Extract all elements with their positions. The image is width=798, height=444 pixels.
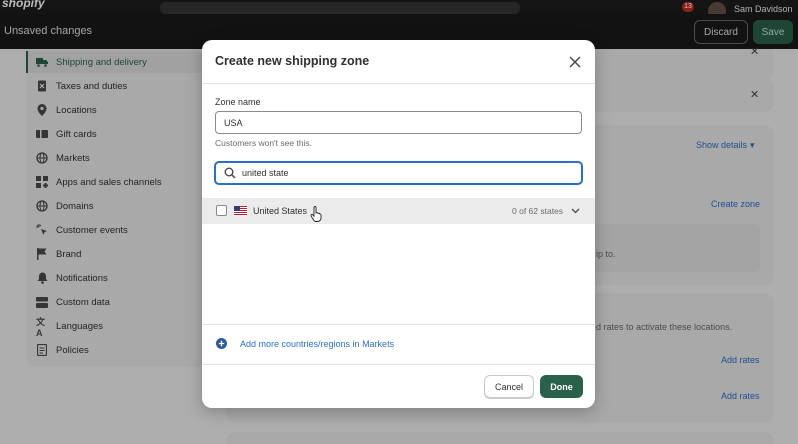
country-row[interactable]: United States 0 of 62 states [202, 198, 595, 224]
plus-circle-icon [216, 338, 227, 349]
country-name: United States [253, 206, 308, 216]
done-button[interactable]: Done [540, 375, 583, 398]
divider [202, 364, 595, 365]
modal-header: Create new shipping zone [202, 40, 595, 84]
country-search-input[interactable] [242, 165, 572, 181]
zone-name-help-text: Customers won't see this. [215, 138, 313, 148]
add-more-countries-link[interactable]: Add more countries/regions in Markets [240, 339, 394, 349]
search-icon [224, 167, 236, 179]
add-more-countries[interactable]: Add more countries/regions in Markets [216, 338, 394, 349]
overlay-top [0, 0, 798, 14]
divider [202, 324, 595, 325]
close-icon [569, 56, 581, 68]
states-count[interactable]: 0 of 62 states [512, 206, 563, 216]
create-shipping-zone-modal: Create new shipping zone Zone name Custo… [202, 40, 595, 408]
cancel-button[interactable]: Cancel [484, 375, 534, 398]
us-flag-icon [234, 206, 247, 215]
close-button[interactable] [564, 51, 586, 73]
zone-name-input[interactable] [215, 111, 582, 134]
chevron-down-icon[interactable] [571, 207, 580, 215]
modal-title: Create new shipping zone [215, 54, 370, 68]
hand-pointer-cursor-icon [310, 206, 322, 222]
country-checkbox[interactable] [216, 205, 227, 216]
country-search-field[interactable] [214, 161, 583, 185]
zone-name-label: Zone name [215, 97, 261, 107]
